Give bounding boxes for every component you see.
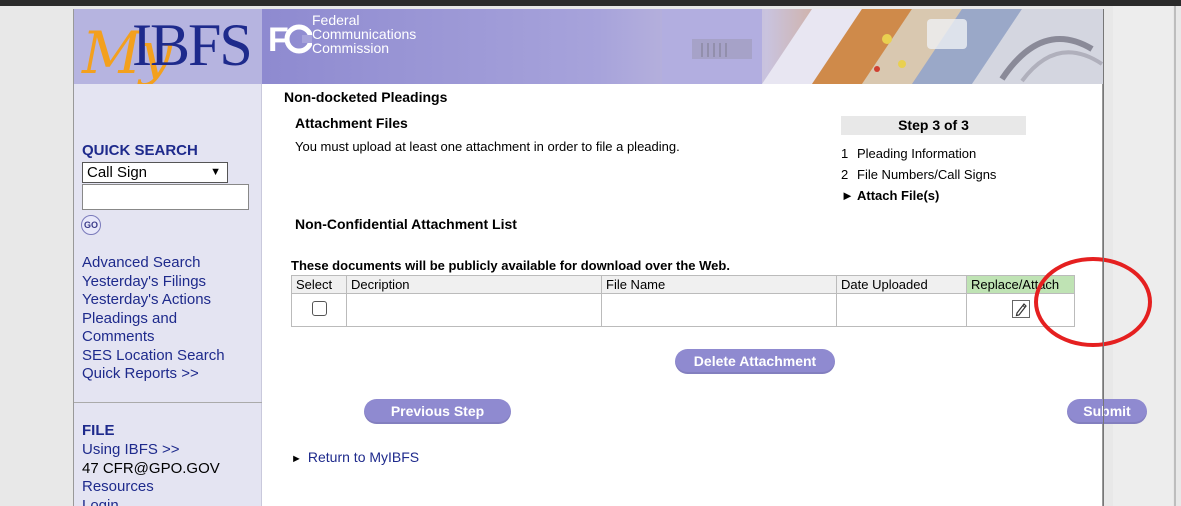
public-availability-note: These documents will be publicly availab…	[291, 258, 730, 273]
search-type-selected: Call Sign	[87, 164, 148, 181]
edit-attach-icon[interactable]	[1011, 299, 1030, 318]
logo-ibfs-text: IBFS	[132, 12, 253, 78]
link-ses-location-search[interactable]: SES Location Search	[82, 347, 225, 366]
col-description: Decription	[346, 275, 602, 294]
main-content: Non-docketed Pleadings Attachment Files …	[284, 84, 1152, 506]
sidebar: QUICK SEARCH Call Sign ▼ GO Advanced Sea…	[74, 84, 262, 506]
step-item-current: ► Attach File(s)	[841, 188, 939, 203]
banner-collage-image	[662, 9, 1104, 84]
fcc-line-1: Federal	[312, 12, 360, 28]
attachment-files-title: Attachment Files	[295, 115, 408, 131]
link-resources[interactable]: Resources	[82, 478, 220, 497]
select-checkbox[interactable]	[311, 301, 327, 316]
description-cell	[346, 293, 602, 327]
fcc-logo-icon: F	[268, 21, 312, 59]
table-header-row: Select Decription File Name Date Uploade…	[291, 275, 1075, 294]
submit-button[interactable]: Submit	[1067, 399, 1147, 424]
page-edge	[1103, 9, 1104, 506]
return-link[interactable]: ► Return to MyIBFS	[291, 449, 419, 465]
page-frame: My IBFS F Federal Communications Commiss…	[73, 9, 1152, 506]
file-links: Using IBFS >> 47 CFR@GPO.GOV Resources L…	[82, 441, 220, 506]
link-yesterdays-actions[interactable]: Yesterday's Actions	[82, 291, 225, 310]
scrollbar-edge[interactable]	[1174, 6, 1176, 506]
highlight-circle	[1034, 257, 1152, 347]
step-label: Pleading Information	[857, 146, 977, 161]
fcc-line-3: Commission	[312, 40, 390, 56]
link-quick-reports[interactable]: Quick Reports >>	[82, 365, 225, 384]
step-item: 2 File Numbers/Call Signs	[841, 167, 996, 182]
step-number: 1	[841, 146, 849, 161]
myibfs-logo[interactable]: My IBFS	[74, 9, 262, 84]
return-link-label[interactable]: Return to MyIBFS	[308, 449, 419, 465]
fcc-name: Federal Communications Commission	[312, 13, 416, 55]
link-advanced-search[interactable]: Advanced Search	[82, 254, 225, 273]
previous-step-button[interactable]: Previous Step	[364, 399, 511, 424]
go-button[interactable]: GO	[81, 215, 101, 235]
delete-attachment-button[interactable]: Delete Attachment	[675, 349, 835, 374]
link-pleadings-and[interactable]: Pleadings and	[82, 310, 225, 329]
attachment-list-title: Non-Confidential Attachment List	[295, 216, 517, 232]
search-input[interactable]	[82, 184, 249, 210]
quick-links: Advanced Search Yesterday's Filings Yest…	[82, 254, 225, 384]
file-section-title: FILE	[82, 422, 115, 439]
table-row	[291, 293, 1075, 327]
link-yesterdays-filings[interactable]: Yesterday's Filings	[82, 273, 225, 292]
triangle-right-icon: ►	[841, 188, 854, 203]
attachment-table: Select Decription File Name Date Uploade…	[291, 275, 1075, 327]
triangle-right-icon: ►	[291, 453, 302, 465]
fcc-line-2: Communications	[312, 26, 417, 42]
link-comments[interactable]: Comments	[82, 328, 225, 347]
step-indicator-title: Step 3 of 3	[841, 116, 1026, 135]
search-type-select[interactable]: Call Sign ▼	[82, 162, 228, 183]
date-uploaded-cell	[836, 293, 967, 327]
quick-search-title: QUICK SEARCH	[82, 142, 198, 159]
link-using-ibfs[interactable]: Using IBFS >>	[82, 441, 220, 460]
select-cell	[291, 293, 347, 327]
step-label: File Numbers/Call Signs	[857, 167, 997, 182]
col-file-name: File Name	[601, 275, 837, 294]
col-date-uploaded: Date Uploaded	[836, 275, 967, 294]
col-select: Select	[291, 275, 347, 294]
browser-top-bar	[0, 0, 1181, 6]
cfr-gpo-text: 47 CFR@GPO.GOV	[82, 459, 220, 477]
fcc-banner: F Federal Communications Commission	[262, 9, 1104, 84]
link-login[interactable]: Login	[82, 497, 220, 506]
page-title: Non-docketed Pleadings	[284, 89, 448, 105]
step-label: Attach File(s)	[857, 188, 940, 203]
step-item: 1 Pleading Information	[841, 146, 976, 161]
attachment-instructions: You must upload at least one attachment …	[295, 139, 680, 154]
chevron-down-icon: ▼	[210, 166, 221, 178]
sidebar-divider	[74, 402, 262, 403]
right-gutter	[1113, 6, 1173, 506]
step-number: 2	[841, 167, 849, 182]
file-name-cell	[601, 293, 837, 327]
